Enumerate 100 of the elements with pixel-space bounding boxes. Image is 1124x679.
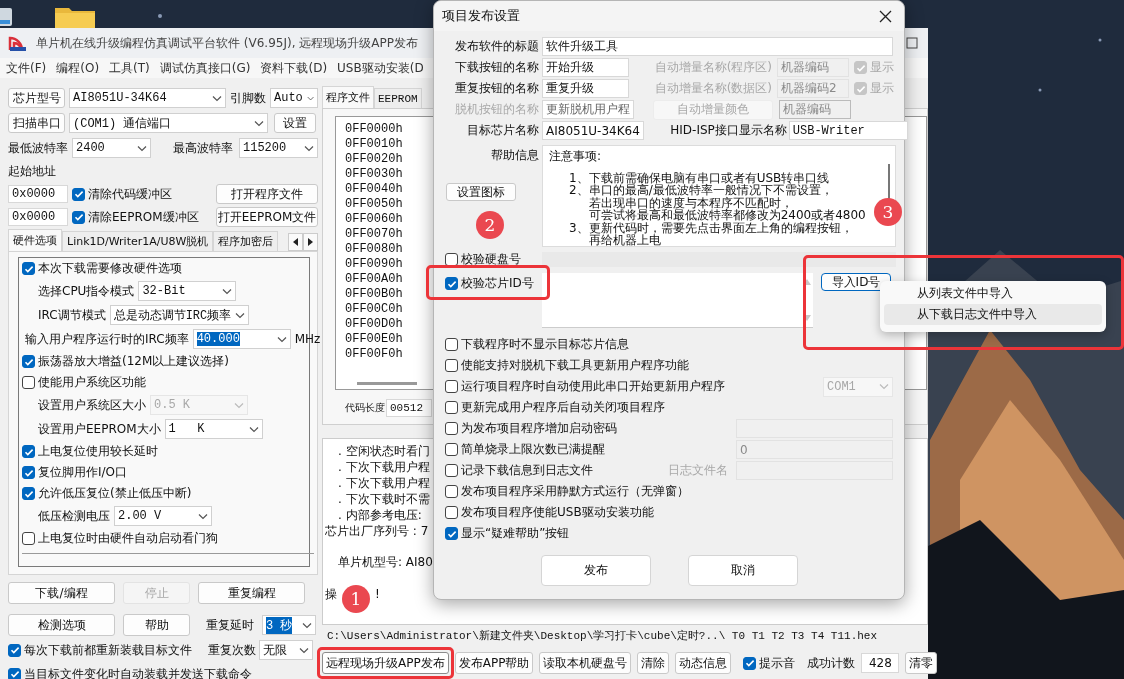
reset-button[interactable]: 清零 [905,652,938,674]
settings-button[interactable]: 设置 [274,113,316,133]
import-id-button[interactable]: 导入ID号 [821,273,891,291]
checkbox[interactable] [22,445,35,458]
checkbox-label: 发布项目程序使能USB驱动安装功能 [461,504,654,521]
checkbox[interactable] [445,464,458,477]
name-field[interactable]: 重复升级 [542,79,629,98]
disk-id-field[interactable] [542,251,896,267]
option-dropdown[interactable]: 总是动态调节IRC频率 [109,305,250,325]
dialog-button[interactable]: 发布 [540,555,651,586]
menu-item[interactable]: USB驱动安装(D [337,59,424,77]
repeat-count-label: 重复次数 [208,641,256,659]
tab-scroll-left-button[interactable] [288,233,303,251]
tab[interactable]: 硬件选项 [8,229,62,251]
open-file-button[interactable]: 打开程序文件 [216,184,318,204]
checkbox[interactable] [22,376,35,389]
checkbox[interactable] [22,532,35,545]
option-dropdown[interactable]: 1 K [164,419,263,439]
tab[interactable]: EEPROM [374,88,422,108]
checkbox[interactable] [22,355,35,368]
checkbox[interactable] [445,401,458,414]
toolbar-button[interactable]: 清除 [637,652,670,674]
hid-name-field[interactable]: USB-Writer [788,121,908,140]
open-file-button[interactable]: 打开EEPROM文件 [216,207,318,227]
option-dropdown[interactable]: 32-Bit [138,281,237,301]
dialog-title: 项目发布设置 [442,7,520,25]
menu-item[interactable]: 从下载日志文件中导入 [884,304,1102,325]
name-field[interactable]: AI8051U-34K64 [542,121,644,140]
code-length-field[interactable]: 00512 [386,399,432,417]
scan-port-button[interactable]: 扫描串口 [8,113,65,133]
option-label: 选择CPU指令模式 [38,282,135,300]
hex-address: 0FF0090h [345,257,403,272]
checkbox[interactable] [445,338,458,351]
hex-address: 0FF00B0h [345,287,403,302]
checkbox[interactable] [72,187,85,201]
unit-label: MHz [294,332,321,346]
scrollbar[interactable] [357,382,417,385]
tab[interactable]: Link1D/Writer1A/U8W脱机 [62,231,214,251]
help-text-line: 更新代码时，需要先点击界面左上角的编程按钮， [588,221,853,234]
menu-item[interactable]: 工具(T) [109,59,150,77]
address-field[interactable]: 0x0000 [8,208,68,226]
repeat-count-dropdown[interactable]: 无限 [259,640,313,660]
success-count-field[interactable]: 428 [861,653,900,673]
checkbox[interactable] [445,277,458,290]
maximize-icon[interactable] [906,37,918,49]
action-button[interactable]: 重复编程 [198,582,305,604]
min-baud-dropdown[interactable]: 2400 [72,138,151,158]
field-label: 目标芯片名称 [466,122,539,139]
checkbox[interactable] [22,487,35,500]
checkbox[interactable] [445,252,458,266]
menu-item[interactable]: 调试仿真接口(G) [159,59,251,77]
toolbar-button[interactable]: 发布APP帮助 [454,652,534,674]
toolbar-button[interactable]: 远程现场升级APP发布 [322,652,449,674]
set-icon-button[interactable]: 设置图标 [446,183,516,201]
pins-dropdown[interactable]: Auto [270,88,318,108]
action-button[interactable]: 帮助 [123,614,190,636]
tab-scroll-right-button[interactable] [303,233,318,251]
chip-model-dropdown[interactable]: AI8051U-34K64 [69,88,226,108]
action-button[interactable]: 检测选项 [8,614,115,636]
checkbox[interactable] [445,380,458,393]
port-dropdown[interactable]: (COM1) 通信端口 [69,113,268,133]
hex-address: 0FF0000h [345,122,403,137]
repeat-delay-dropdown[interactable]: 3 秒 [262,615,316,635]
chip-model-button[interactable]: 芯片型号 [8,88,65,108]
checkbox[interactable] [743,656,757,670]
checkbox[interactable] [445,527,458,540]
action-button[interactable]: 下载/编程 [8,582,115,604]
checkbox[interactable] [445,443,458,456]
checkbox[interactable] [445,506,458,519]
tab[interactable]: 程序加密后 [213,231,279,251]
tab[interactable]: 程序文件 [322,86,374,108]
menu-item[interactable]: 编程(O) [56,59,100,77]
name-field[interactable]: 开始升级 [542,58,629,77]
title-field[interactable]: 软件升级工具 [542,37,893,56]
chevron-down-icon [302,621,312,629]
toolbar-button[interactable]: 动态信息 [675,652,732,674]
triangle-right-icon [308,238,313,246]
address-field[interactable]: 0x0000 [8,185,68,203]
hex-address: 0FF0030h [345,167,403,182]
menu-item[interactable]: 资料下载(D) [260,59,328,77]
checkbox[interactable] [8,643,21,657]
checkbox[interactable] [22,262,35,275]
max-baud-dropdown[interactable]: 115200 [239,138,318,158]
scrollbar[interactable] [888,164,890,200]
close-icon[interactable] [879,9,892,23]
arrow-up-icon [803,279,811,285]
field-label: 自动增量名称(数据区) [653,80,772,97]
recycle-bin-icon[interactable] [0,6,14,28]
checkbox[interactable] [8,667,21,679]
checkbox[interactable] [445,359,458,372]
menu-item[interactable]: 文件(F) [6,59,47,77]
checkbox[interactable] [445,422,458,435]
toolbar-button[interactable]: 读取本机硬盘号 [539,652,632,674]
option-dropdown[interactable]: 2.00 V [114,506,212,526]
checkbox[interactable] [72,210,85,224]
dialog-button[interactable]: 取消 [687,555,798,586]
hex-address: 0FF0010h [345,137,403,152]
option-dropdown[interactable]: 40.000 [192,329,291,349]
checkbox[interactable] [22,466,35,479]
checkbox[interactable] [445,485,458,498]
